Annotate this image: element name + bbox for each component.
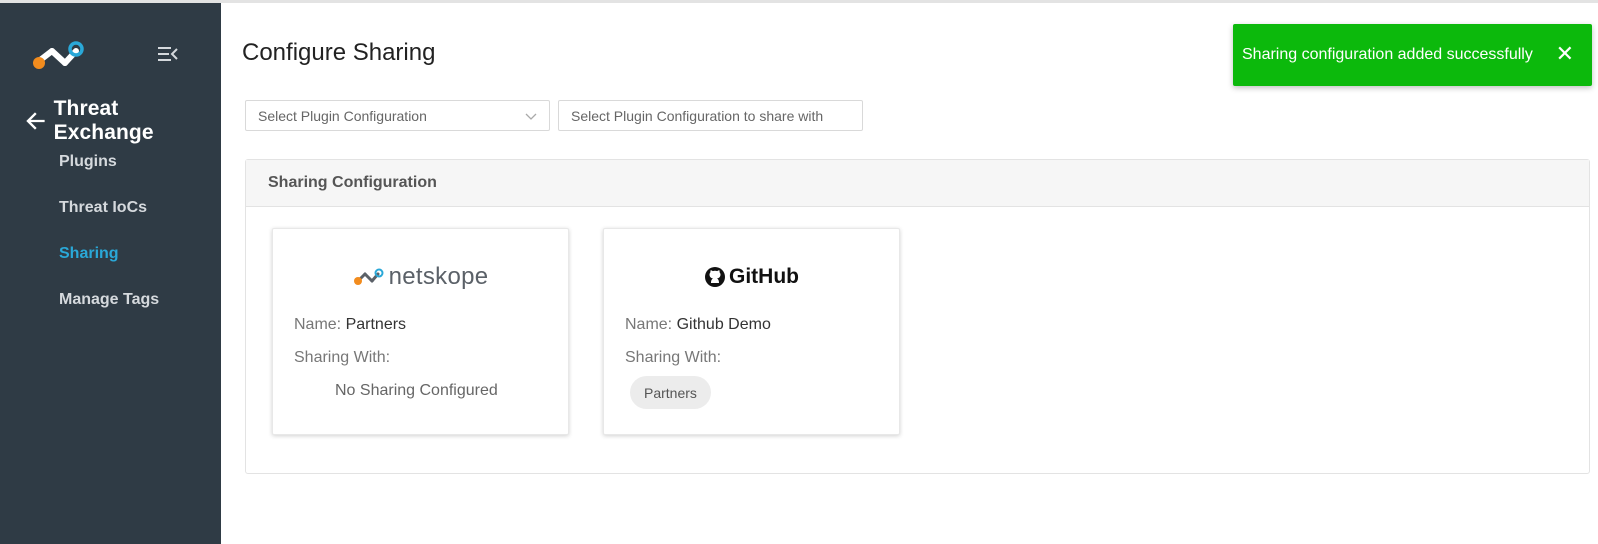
sidebar-item-plugins[interactable]: Plugins	[59, 151, 159, 197]
arrow-left-icon	[26, 112, 45, 130]
card-name-row: Name: Partners	[294, 316, 406, 334]
sharing-with-label: Sharing With:	[625, 349, 722, 366]
chevron-down-icon	[525, 113, 537, 120]
sharing-card[interactable]: GitHub Name: Github Demo Sharing With: P…	[603, 228, 900, 435]
netskope-logo: netskope	[273, 261, 568, 293]
close-icon[interactable]: ✕	[1556, 43, 1574, 65]
sidebar-item-threat-iocs[interactable]: Threat IoCs	[59, 197, 159, 243]
sharing-card[interactable]: netskope Name: Partners Sharing With: No…	[272, 228, 569, 435]
netskope-brand-text: netskope	[388, 263, 489, 290]
sidebar-item-manage-tags[interactable]: Manage Tags	[59, 289, 159, 335]
github-brand-text: GitHub	[729, 265, 799, 288]
menu-collapse-icon[interactable]	[157, 45, 179, 63]
card-name-row: Name: Github Demo	[625, 316, 771, 334]
success-toast: Sharing configuration added successfully…	[1233, 24, 1592, 86]
target-plugin-placeholder: Select Plugin Configuration to share wit…	[571, 107, 824, 124]
target-plugin-select[interactable]: Select Plugin Configuration to share wit…	[558, 100, 863, 131]
panel-title: Sharing Configuration	[246, 160, 1589, 207]
page-title: Configure Sharing	[242, 39, 436, 66]
top-border	[0, 0, 1598, 3]
name-value: Partners	[345, 316, 407, 333]
netskope-mark-icon	[353, 268, 384, 285]
sharing-with-label: Sharing With:	[294, 349, 391, 366]
sidebar: Threat Exchange Plugins Threat IoCs Shar…	[0, 3, 221, 544]
section-title: Threat Exchange	[53, 97, 154, 144]
sidebar-item-sharing[interactable]: Sharing	[59, 243, 159, 289]
source-plugin-select[interactable]: Select Plugin Configuration	[245, 100, 550, 131]
name-label: Name:	[625, 316, 673, 333]
no-sharing-text: No Sharing Configured	[335, 382, 498, 399]
sharing-configuration-panel: Sharing Configuration netskope Name: Par…	[245, 159, 1590, 474]
toast-message: Sharing configuration added successfully	[1242, 46, 1533, 63]
back-to-threat-exchange[interactable]: Threat Exchange	[26, 97, 221, 145]
app-logo[interactable]	[30, 39, 86, 73]
source-plugin-placeholder: Select Plugin Configuration	[258, 107, 427, 124]
sidebar-nav: Plugins Threat IoCs Sharing Manage Tags	[59, 151, 159, 335]
github-logo: GitHub	[604, 261, 899, 293]
github-octocat-icon	[705, 267, 725, 287]
name-label: Name:	[294, 316, 342, 333]
name-value: Github Demo	[676, 316, 771, 333]
sharing-target-chip[interactable]: Partners	[630, 376, 711, 409]
